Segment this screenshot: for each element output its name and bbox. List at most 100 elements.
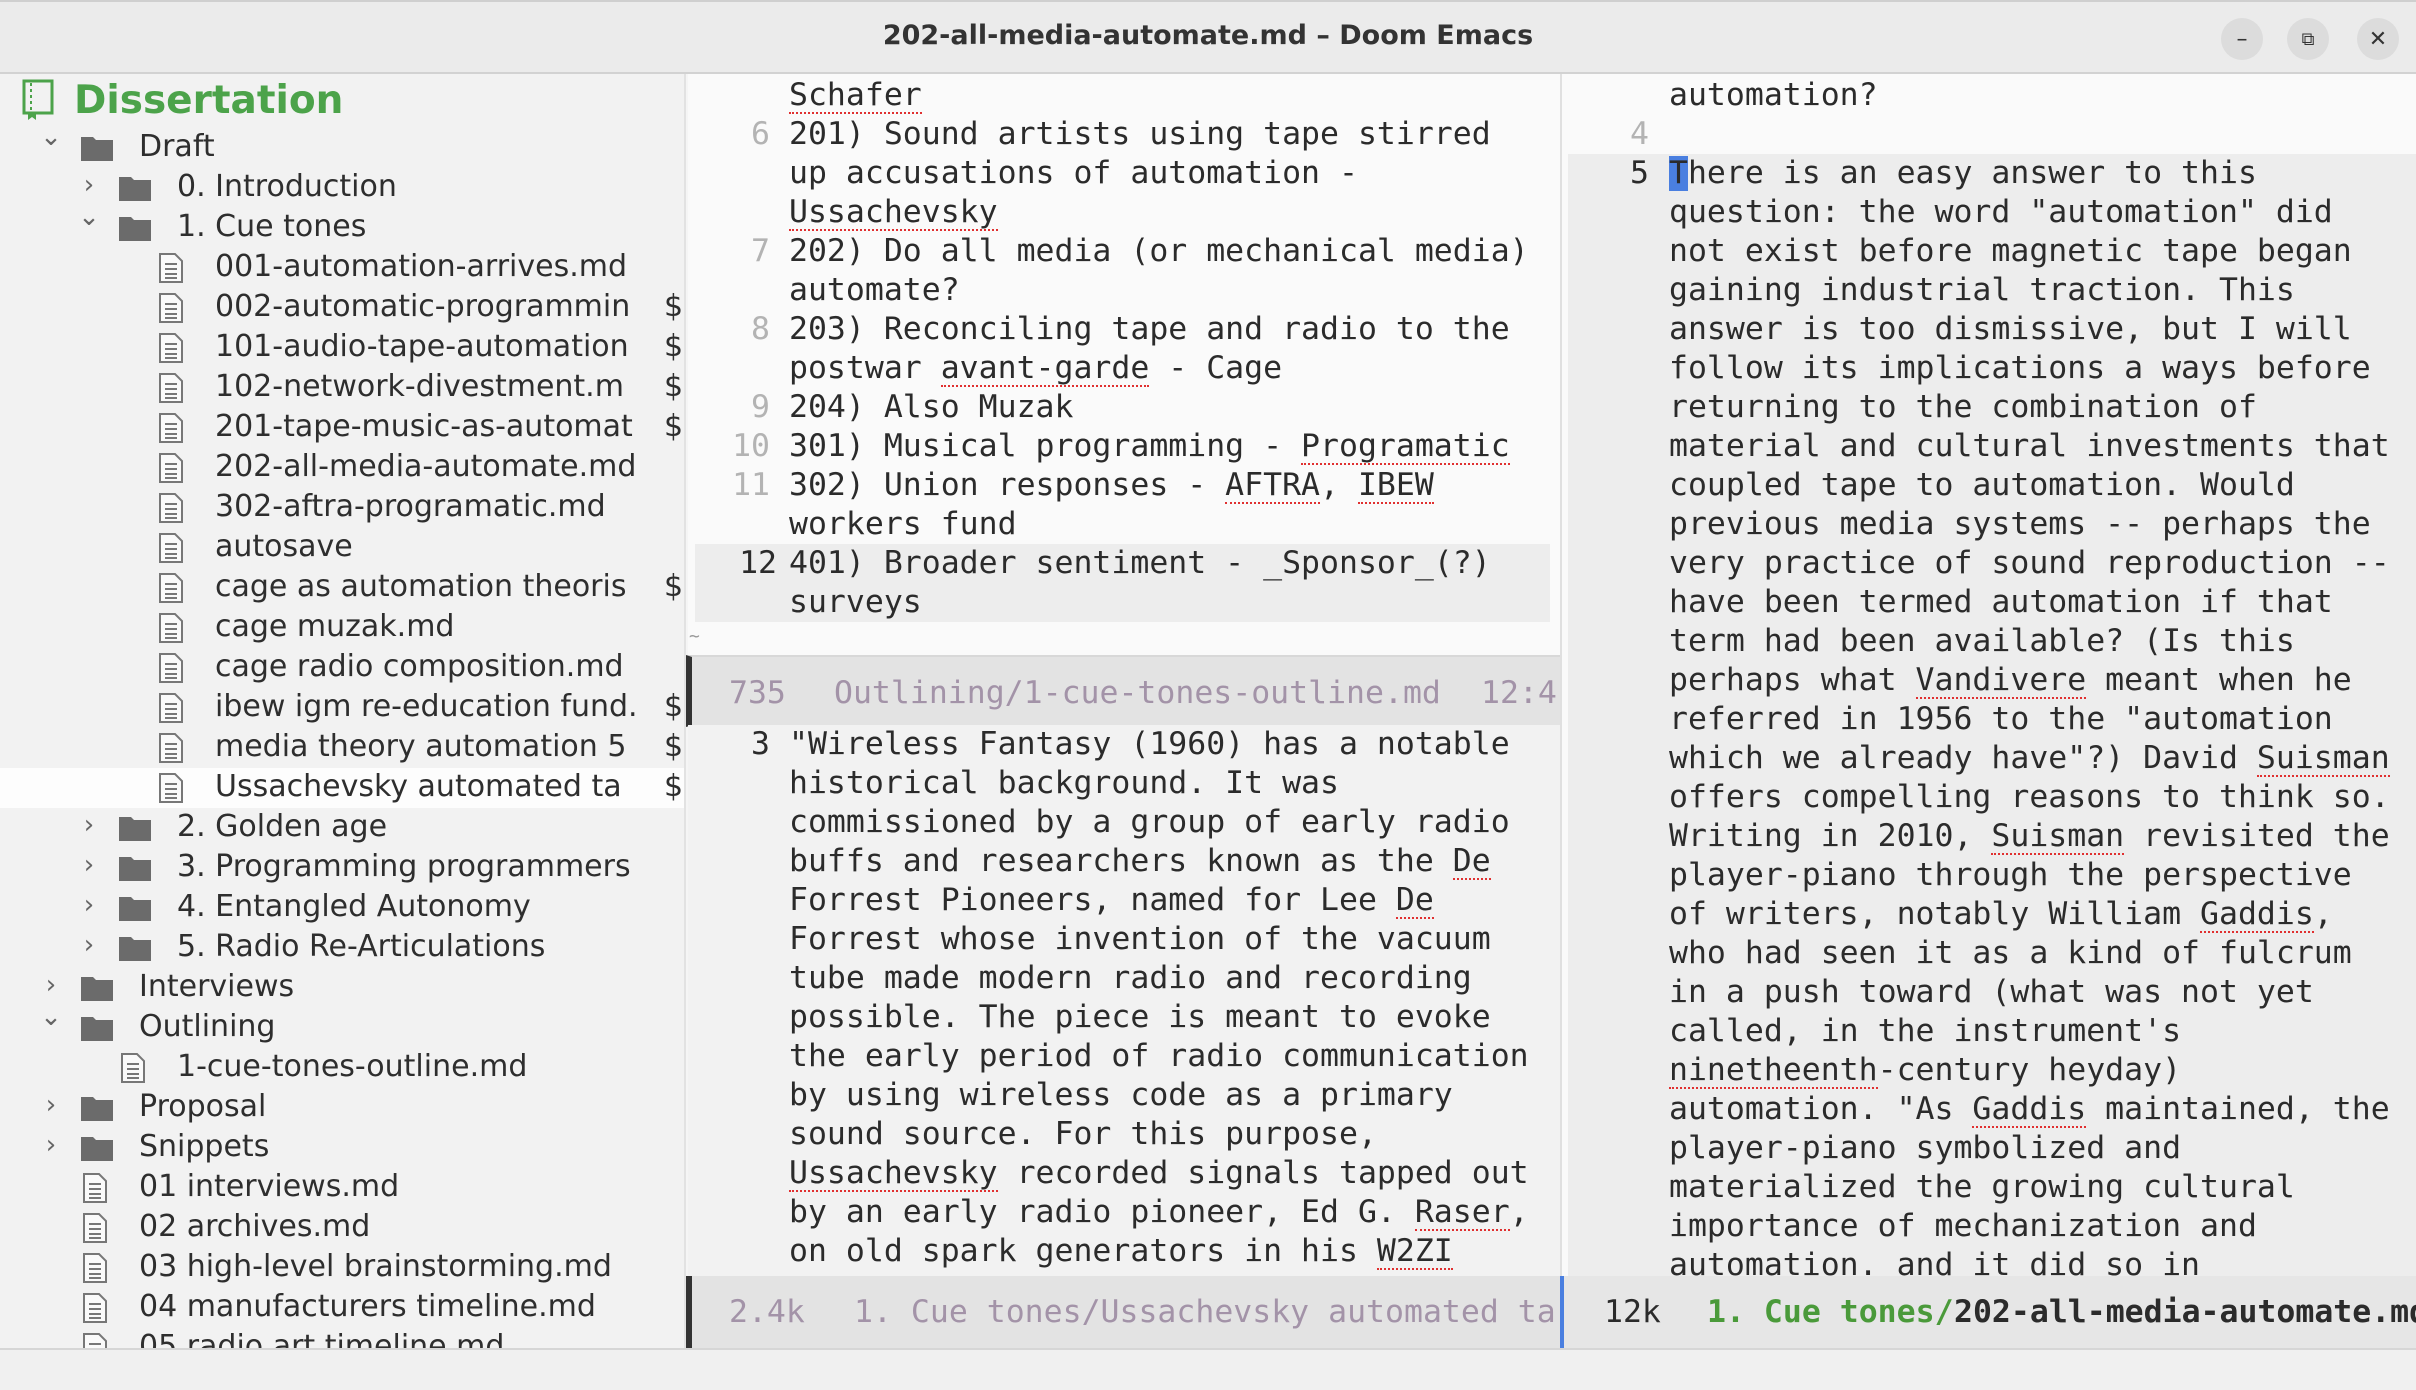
line-text[interactable]: referred in 1956 to the "automation (1669, 700, 2333, 739)
chevron-down-icon[interactable]: ⌄ (38, 122, 64, 152)
line-text[interactable]: follow its implications a ways before (1669, 349, 2371, 388)
chevron-right-icon[interactable]: › (76, 810, 102, 840)
line-text[interactable]: Ussachevsky recorded signals tapped out (789, 1154, 1529, 1193)
line-text[interactable]: not exist before magnetic tape began (1669, 232, 2352, 271)
line-text[interactable]: who had seen it as a kind of fulcrum (1669, 934, 2352, 973)
line-text[interactable]: automation? (1669, 76, 1878, 115)
tree-file[interactable]: cage as automation theoris $ (0, 568, 684, 608)
tree-file[interactable]: autosave (0, 528, 684, 568)
line-text[interactable]: sound source. For this purpose, (789, 1115, 1377, 1154)
chevron-down-icon[interactable]: ⌄ (76, 202, 102, 232)
line-text[interactable]: answer is too dismissive, but I will (1669, 310, 2352, 349)
tree-file[interactable]: 102-network-divestment.m $ (0, 368, 684, 408)
tree-folder[interactable]: ⌄ 1. Cue tones (0, 202, 684, 248)
line-text[interactable]: called, in the instrument's (1669, 1012, 2181, 1051)
chevron-right-icon[interactable]: › (38, 970, 64, 1000)
line-text[interactable]: returning to the combination of (1669, 388, 2257, 427)
line-text[interactable]: workers fund (789, 505, 1017, 544)
tree-file[interactable]: 1-cue-tones-outline.md (0, 1048, 684, 1088)
chevron-right-icon[interactable]: › (38, 1090, 64, 1120)
line-text[interactable]: ninetheenth-century heyday) (1669, 1051, 2181, 1090)
line-text[interactable]: automation. "As Gaddis maintained, the (1669, 1090, 2390, 1129)
line-text[interactable]: There is an easy answer to this (1669, 154, 2257, 193)
echo-area[interactable] (0, 1348, 2416, 1390)
line-text[interactable]: buffs and researchers known as the De (789, 842, 1491, 881)
close-button[interactable]: ✕ (2357, 18, 2399, 60)
tree-file[interactable]: cage muzak.md (0, 608, 684, 648)
tree-folder[interactable]: › 4. Entangled Autonomy (0, 888, 684, 928)
tree-folder[interactable]: › 5. Radio Re-Articulations (0, 928, 684, 968)
line-text[interactable]: player-piano symbolized and (1669, 1129, 2181, 1168)
tree-folder[interactable]: › Proposal (0, 1088, 684, 1128)
line-text[interactable]: previous media systems -- perhaps the (1669, 505, 2371, 544)
tree-folder[interactable]: › Interviews (0, 968, 684, 1008)
tree-file[interactable]: 302-aftra-programatic.md (0, 488, 684, 528)
line-text[interactable]: have been termed automation if that (1669, 583, 2333, 622)
tree-folder[interactable]: ⌄ Outlining (0, 1002, 684, 1048)
line-text[interactable]: 204) Also Muzak (789, 388, 1073, 427)
line-text[interactable]: Schafer (789, 76, 922, 115)
line-text[interactable]: tube made modern radio and recording (789, 959, 1472, 998)
tree-file[interactable]: 05 radio art timeline.md (0, 1328, 684, 1348)
tree-file[interactable]: 001-automation-arrives.md (0, 248, 684, 288)
line-text[interactable]: Ussachevsky (789, 193, 998, 232)
chevron-right-icon[interactable]: › (76, 890, 102, 920)
editor-window-ussachevsky[interactable]: 3 "Wireless Fantasy (1960) has a notable h… (688, 725, 1560, 1276)
tree-file[interactable]: 04 manufacturers timeline.md (0, 1288, 684, 1328)
line-text[interactable]: by an early radio pioneer, Ed G. Raser, (789, 1193, 1529, 1232)
chevron-right-icon[interactable]: › (76, 850, 102, 880)
tree-file[interactable]: Ussachevsky automated ta $ (0, 768, 684, 808)
line-text[interactable]: materialized the growing cultural (1669, 1168, 2295, 1207)
tree-file[interactable]: ibew igm re-education fund. $ (0, 688, 684, 728)
line-text[interactable]: 401) Broader sentiment - _Sponsor_(?) (789, 544, 1491, 583)
line-text[interactable]: 203) Reconciling tape and radio to the (789, 310, 1510, 349)
tree-folder[interactable]: › 2. Golden age (0, 808, 684, 848)
tree-file[interactable]: 201-tape-music-as-automat $ (0, 408, 684, 448)
line-text[interactable]: coupled tape to automation. Would (1669, 466, 2295, 505)
line-text[interactable]: up accusations of automation - (789, 154, 1358, 193)
line-text[interactable]: Forrest Pioneers, named for Lee De (789, 881, 1434, 920)
tree-file[interactable]: 03 high-level brainstorming.md (0, 1248, 684, 1288)
tree-folder[interactable]: › Snippets (0, 1128, 684, 1168)
tree-file[interactable]: media theory automation 5 $ (0, 728, 684, 768)
line-text[interactable]: 201) Sound artists using tape stirred (789, 115, 1491, 154)
line-text[interactable]: question: the word "automation" did (1669, 193, 2333, 232)
line-text[interactable]: which we already have"?) David Suisman (1669, 739, 2390, 778)
line-text[interactable]: surveys (789, 583, 922, 622)
line-text[interactable]: automation. and it did so in (1669, 1246, 2200, 1276)
line-text[interactable]: commissioned by a group of early radio (789, 803, 1510, 842)
line-text[interactable]: perhaps what Vandivere meant when he (1669, 661, 2352, 700)
line-text[interactable]: gaining industrial traction. This (1669, 271, 2295, 310)
line-text[interactable]: player-piano through the perspective (1669, 856, 2352, 895)
chevron-down-icon[interactable]: ⌄ (38, 1002, 64, 1032)
tree-file[interactable]: 01 interviews.md (0, 1168, 684, 1208)
chevron-right-icon[interactable]: › (76, 170, 102, 200)
project-root[interactable]: Dissertation (22, 78, 343, 123)
line-text[interactable]: importance of mechanization and (1669, 1207, 2257, 1246)
line-text[interactable]: the early period of radio communication (789, 1037, 1529, 1076)
line-text[interactable]: 202) Do all media (or mechanical media) (789, 232, 1529, 271)
line-text[interactable]: postwar avant-garde - Cage (789, 349, 1282, 388)
tree-file[interactable]: 202-all-media-automate.md (0, 448, 684, 488)
chevron-right-icon[interactable]: › (38, 1130, 64, 1160)
line-text[interactable]: possible. The piece is meant to evoke (789, 998, 1491, 1037)
line-text[interactable]: term had been available? (Is this (1669, 622, 2295, 661)
line-text[interactable]: "Wireless Fantasy (1960) has a notable (789, 725, 1510, 764)
tree-folder[interactable]: ⌄ Draft (0, 122, 684, 168)
line-text[interactable]: Forrest whose invention of the vacuum (789, 920, 1491, 959)
line-text[interactable]: material and cultural investments that (1669, 427, 2390, 466)
tree-file[interactable]: cage radio composition.md (0, 648, 684, 688)
line-text[interactable]: offers compelling reasons to think so. (1669, 778, 2390, 817)
tree-folder[interactable]: › 0. Introduction (0, 168, 684, 208)
line-text[interactable]: very practice of sound reproduction -- (1669, 544, 2390, 583)
editor-window-outline[interactable]: Schafer 6 201) Sound artists using tape st… (688, 74, 1560, 655)
tree-file[interactable]: 101-audio-tape-automation $ (0, 328, 684, 368)
line-text[interactable]: historical background. It was (789, 764, 1339, 803)
line-text[interactable]: Writing in 2010, Suisman revisited the (1669, 817, 2390, 856)
line-text[interactable]: 301) Musical programming - Programatic (789, 427, 1510, 466)
line-text[interactable]: by using wireless code as a primary (789, 1076, 1453, 1115)
maximize-button[interactable]: ⧉ (2287, 18, 2329, 60)
line-text[interactable]: in a push toward (what was not yet (1669, 973, 2314, 1012)
minimize-button[interactable]: – (2221, 18, 2263, 60)
line-text[interactable]: on old spark generators in his W2ZI (789, 1232, 1453, 1271)
